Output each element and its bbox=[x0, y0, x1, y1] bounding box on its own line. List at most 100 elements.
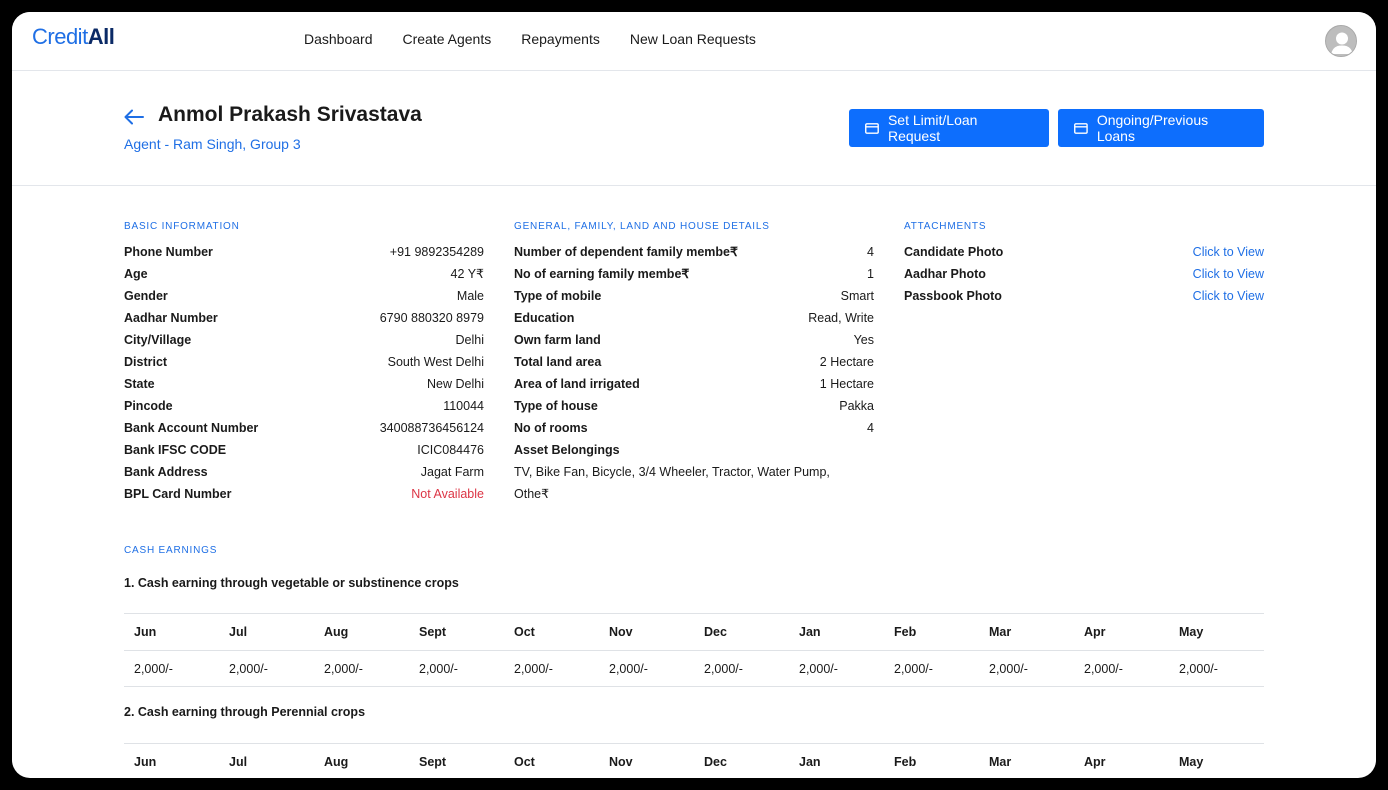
nav-new-loan-requests[interactable]: New Loan Requests bbox=[630, 31, 756, 47]
field-value: Yes bbox=[853, 333, 874, 347]
asset-value: TV, Bike Fan, Bicycle, 3/4 Wheeler, Trac… bbox=[514, 465, 830, 501]
month-header: Jul bbox=[229, 755, 248, 769]
list-item: Aadhar Photo Click to View bbox=[904, 263, 1264, 285]
card-icon bbox=[1074, 122, 1088, 134]
field-label: BPL Card Number bbox=[124, 487, 232, 501]
earning-cell: 2,000/- bbox=[609, 661, 648, 676]
list-item: BPL Card Number Not Available bbox=[124, 483, 484, 506]
attachments-title: ATTACHMENTS bbox=[904, 221, 987, 232]
month-header: Apr bbox=[1084, 755, 1106, 769]
field-value: 2 Hectare bbox=[819, 355, 874, 369]
field-value: +91 9892354289 bbox=[389, 245, 484, 259]
field-value: 4 bbox=[867, 421, 874, 435]
general-details-list: Number of dependent family membe₹ 4 No of… bbox=[514, 241, 874, 505]
field-label: Bank Address bbox=[124, 465, 208, 479]
list-item: Candidate Photo Click to View bbox=[904, 241, 1264, 263]
month-header: May bbox=[1179, 755, 1204, 769]
list-item: No of earning family membe₹ 1 bbox=[514, 263, 874, 285]
basic-info-list: Phone Number +91 9892354289 Age 42 Y₹ Gend… bbox=[124, 241, 484, 506]
list-item: City/Village Delhi bbox=[124, 329, 484, 351]
view-candidate-photo-link[interactable]: Click to View bbox=[1193, 241, 1264, 263]
field-label: Phone Number bbox=[124, 245, 213, 259]
month-header: Jul bbox=[229, 625, 248, 639]
cash-earnings-title: CASH EARNINGS bbox=[124, 545, 218, 556]
earning-cell: 2,000/- bbox=[799, 661, 838, 676]
month-header: Nov bbox=[609, 755, 633, 769]
field-value: 340088736456124 bbox=[379, 421, 484, 435]
back-arrow-icon[interactable] bbox=[124, 109, 144, 125]
field-label: Area of land irrigated bbox=[514, 377, 640, 391]
field-label: Total land area bbox=[514, 355, 602, 369]
list-item: Total land area 2 Hectare bbox=[514, 351, 874, 373]
list-item: Area of land irrigated 1 Hectare bbox=[514, 373, 874, 395]
asset-label: Asset Belongings bbox=[514, 443, 620, 457]
earning-cell: 2,000/- bbox=[514, 661, 553, 676]
field-value: South West Delhi bbox=[387, 355, 484, 369]
crop-section-title: 2. Cash earning through Perennial crops bbox=[124, 705, 366, 719]
earnings-table: Jun Jul Aug Sept Oct Nov Dec Jan Feb Mar… bbox=[124, 743, 1264, 778]
profile-header: Anmol Prakash Srivastava Agent - Ram Sin… bbox=[12, 71, 1376, 186]
field-value: 42 Y₹ bbox=[450, 267, 484, 281]
nav-repayments[interactable]: Repayments bbox=[521, 31, 600, 47]
field-label: Aadhar Photo bbox=[904, 267, 986, 281]
field-label: No of rooms bbox=[514, 421, 588, 435]
field-label: No of earning family membe₹ bbox=[514, 267, 690, 281]
logo-part-credit: Credit bbox=[32, 24, 88, 49]
field-label: District bbox=[124, 355, 168, 369]
field-label: Pincode bbox=[124, 399, 173, 413]
crop-section-title: 1. Cash earning through vegetable or sub… bbox=[124, 576, 459, 590]
table-header-row: Jun Jul Aug Sept Oct Nov Dec Jan Feb Mar… bbox=[124, 613, 1264, 650]
nav-create-agents[interactable]: Create Agents bbox=[403, 31, 492, 47]
month-header: Apr bbox=[1084, 625, 1106, 639]
field-value: Read, Write bbox=[808, 311, 874, 325]
view-aadhar-photo-link[interactable]: Click to View bbox=[1193, 263, 1264, 285]
loans-button[interactable]: Ongoing/Previous Loans bbox=[1058, 109, 1264, 147]
card-icon bbox=[865, 122, 879, 134]
field-label: Bank IFSC CODE bbox=[124, 443, 227, 457]
set-limit-button[interactable]: Set Limit/Loan Request bbox=[849, 109, 1049, 147]
agent-subtitle: Agent - Ram Singh, Group 3 bbox=[124, 136, 301, 152]
app-window: CreditAll Dashboard Create Agents Repaym… bbox=[12, 12, 1376, 778]
set-limit-label: Set Limit/Loan Request bbox=[887, 112, 978, 144]
list-item: Asset Belongings bbox=[514, 439, 874, 461]
field-label: Education bbox=[514, 311, 575, 325]
earning-cell: 2,000/- bbox=[1084, 661, 1123, 676]
field-value: Male bbox=[456, 289, 484, 303]
field-value: 4 bbox=[867, 245, 874, 259]
page-title: Anmol Prakash Srivastava bbox=[158, 103, 422, 126]
list-item: Education Read, Write bbox=[514, 307, 874, 329]
field-value: 1 bbox=[867, 267, 874, 281]
list-item: Bank IFSC CODE ICIC084476 bbox=[124, 439, 484, 461]
month-header: Nov bbox=[609, 625, 633, 639]
loans-label: Ongoing/Previous Loans bbox=[1096, 112, 1209, 144]
month-header: Aug bbox=[324, 755, 349, 769]
month-header: Aug bbox=[324, 625, 349, 639]
month-header: Sept bbox=[419, 625, 447, 639]
list-item: Passbook Photo Click to View bbox=[904, 285, 1264, 307]
field-label: State bbox=[124, 377, 155, 391]
creditall-logo[interactable]: CreditAll bbox=[32, 24, 115, 50]
month-header: Jan bbox=[799, 755, 821, 769]
list-item: Pincode 110044 bbox=[124, 395, 484, 417]
field-label: Age bbox=[124, 267, 148, 281]
earnings-table: Jun Jul Aug Sept Oct Nov Dec Jan Feb Mar… bbox=[124, 613, 1264, 687]
month-header: Feb bbox=[894, 755, 917, 769]
list-item: Type of mobile Smart bbox=[514, 285, 874, 307]
view-passbook-photo-link[interactable]: Click to View bbox=[1193, 285, 1264, 307]
earning-cell: 2,000/- bbox=[704, 661, 743, 676]
nav-links: Dashboard Create Agents Repayments New L… bbox=[304, 31, 756, 47]
earning-cell: 2,000/- bbox=[134, 661, 173, 676]
month-header: Sept bbox=[419, 755, 447, 769]
earning-cell: 2,000/- bbox=[1179, 661, 1218, 676]
nav-dashboard[interactable]: Dashboard bbox=[304, 31, 373, 47]
list-item: Phone Number +91 9892354289 bbox=[124, 241, 484, 263]
list-item: Type of house Pakka bbox=[514, 395, 874, 417]
earning-cell: 2,000/- bbox=[989, 661, 1028, 676]
user-avatar-icon[interactable] bbox=[1325, 25, 1357, 57]
field-label: City/Village bbox=[124, 333, 192, 347]
field-value: Jagat Farm bbox=[420, 465, 484, 479]
attachments-list: Candidate Photo Click to View Aadhar Phot… bbox=[904, 241, 1264, 307]
field-label: Gender bbox=[124, 289, 168, 303]
month-header: Jun bbox=[134, 755, 157, 769]
month-header: Dec bbox=[704, 625, 727, 639]
